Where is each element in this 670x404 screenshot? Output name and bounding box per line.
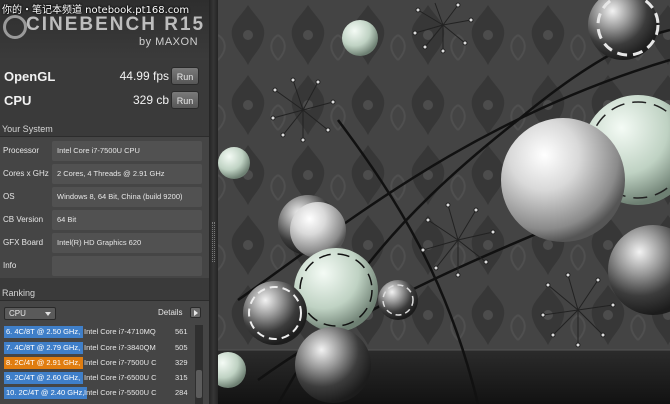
system-label: OS (3, 192, 15, 201)
system-value: 2 Cores, 4 Threads @ 2.91 GHz (52, 164, 202, 184)
control-panel: CINEBENCH R15 by MAXON OpenGL 44.99 fps … (0, 0, 209, 404)
details-arrow-button[interactable] (190, 307, 201, 318)
ranking-row[interactable]: 7. 4C/8T @ 2.79 GHz, Intel Core i7-3840QM… (2, 341, 192, 355)
ranking-select-value: CPU (9, 309, 26, 318)
splitter-grip-icon (212, 222, 215, 262)
opengl-score-row: OpenGL 44.99 fps Run (0, 65, 209, 89)
ranking-type-select[interactable]: CPU (4, 307, 56, 320)
system-row-cb-version: CB Version 64 Bit (0, 209, 209, 231)
system-info-box: Processor Intel Core i7-7500U CPU Cores … (0, 136, 209, 278)
system-label: CB Version (3, 215, 44, 224)
ranking-row-score: 561 (175, 327, 188, 336)
system-value: 64 Bit (52, 210, 202, 230)
ranking-row-cpu: Intel Core i7-4710MQ (84, 327, 156, 336)
ranking-heading: Ranking (2, 288, 36, 298)
ranking-scrollbar-thumb[interactable] (196, 370, 202, 398)
ranking-row[interactable]: 8. 2C/4T @ 2.91 GHz, Intel Core i7-7500U … (2, 356, 192, 370)
cpu-run-button[interactable]: Run (171, 91, 199, 109)
system-value: Intel(R) HD Graphics 620 (52, 233, 202, 253)
opengl-score: 44.99 fps (119, 69, 169, 83)
ranking-row-cpu: Intel Core i7-6500U C (84, 373, 157, 382)
render-viewport (218, 0, 670, 404)
opengl-label: OpenGL (4, 69, 56, 84)
app-logo-text: CINEBENCH R15 (26, 14, 206, 35)
ranking-row-config: 9. 2C/4T @ 2.60 GHz, (4, 372, 84, 384)
panel-splitter[interactable] (209, 0, 218, 404)
ranking-row-config: 10. 2C/4T @ 2.40 GHz, (4, 387, 88, 399)
opengl-run-button[interactable]: Run (171, 67, 199, 85)
ranking-row-config: 7. 4C/8T @ 2.79 GHz, (4, 342, 84, 354)
watermark-text: 你的・笔记本频道 notebook.pt168.com (2, 5, 190, 16)
details-label: Details (158, 308, 183, 317)
system-row-os: OS Windows 8, 64 Bit, China (build 9200) (0, 186, 209, 208)
system-row-info: Info (0, 255, 209, 277)
ranking-row-cpu: Intel Core i7-3840QM (84, 343, 156, 352)
system-value: Windows 8, 64 Bit, China (build 9200) (52, 187, 202, 207)
ranking-row-score: 329 (175, 358, 188, 367)
system-row-gfx-board: GFX Board Intel(R) HD Graphics 620 (0, 232, 209, 254)
your-system-heading: Your System (2, 124, 53, 134)
ranking-row-cpu: Intel Core i7-5500U C (84, 388, 157, 397)
ranking-row-config: 8. 2C/4T @ 2.91 GHz, (4, 357, 84, 369)
system-label: Info (3, 261, 17, 270)
ranking-row-cpu: Intel Core i7-7500U C (84, 358, 157, 367)
system-row-cores: Cores x GHz 2 Cores, 4 Threads @ 2.91 GH… (0, 163, 209, 185)
ranking-row-score: 505 (175, 343, 188, 352)
ranking-row[interactable]: 9. 2C/4T @ 2.60 GHz, Intel Core i7-6500U … (2, 371, 192, 385)
app-logo-byline: by MAXON (139, 36, 199, 48)
cpu-score: 329 cb (132, 93, 169, 107)
ranking-row[interactable]: 6. 4C/8T @ 2.50 GHz, Intel Core i7-4710MQ… (2, 325, 192, 339)
system-label: Cores x GHz (3, 169, 49, 178)
ranking-row-score: 284 (175, 388, 188, 397)
rendered-scene-image (218, 0, 670, 404)
cinebench-logo-icon (3, 15, 27, 39)
system-label: Processor (3, 146, 40, 155)
info-field[interactable] (52, 256, 202, 276)
system-row-processor: Processor Intel Core i7-7500U CPU (0, 140, 209, 162)
system-value: Intel Core i7-7500U CPU (52, 141, 202, 161)
system-label: GFX Board (3, 238, 44, 247)
cpu-score-row: CPU 329 cb Run (0, 89, 209, 113)
cpu-label: CPU (4, 93, 32, 108)
ranking-row[interactable]: 10. 2C/4T @ 2.40 GHz, Intel Core i7-5500U… (2, 386, 192, 400)
ranking-row-config: 6. 4C/8T @ 2.50 GHz, (4, 326, 84, 338)
chevron-down-icon (45, 312, 51, 316)
ranking-row-score: 315 (175, 373, 188, 382)
